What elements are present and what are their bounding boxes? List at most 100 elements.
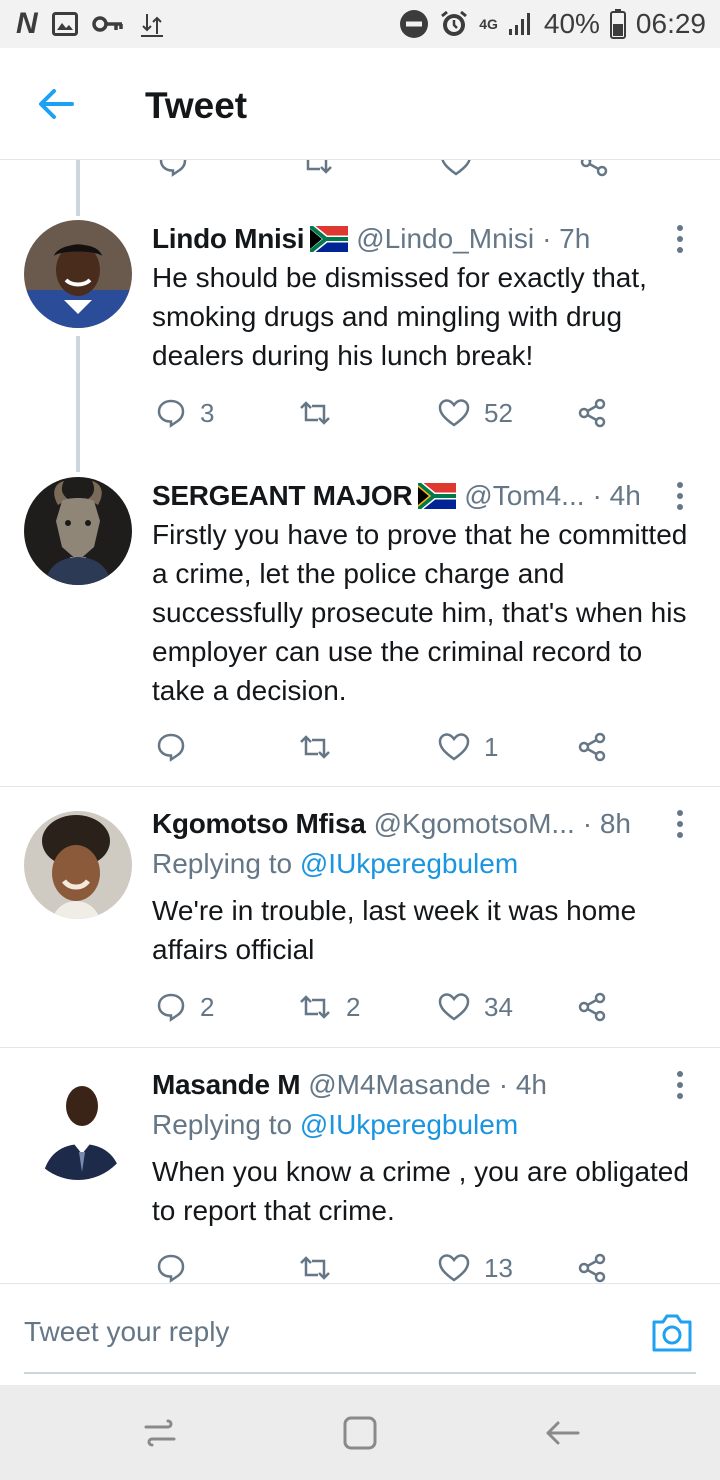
share-button[interactable] (578, 1248, 608, 1283)
author-handle[interactable]: @Lindo_Mnisi (356, 223, 534, 255)
avatar[interactable] (24, 477, 132, 585)
author-handle[interactable]: @Tom4... (464, 480, 584, 512)
reply-feed[interactable]: Lindo Mnisi @Lindo_Mnisi · 7h He should … (0, 160, 720, 1283)
tweet-actions: 1 (152, 727, 632, 767)
tweet-header: Kgomotso Mfisa @KgomotsoM... · 8h (152, 805, 631, 843)
share-icon (578, 1253, 606, 1283)
like-count: 13 (484, 1252, 513, 1283)
do-not-disturb-icon (400, 10, 429, 38)
author-name[interactable]: Kgomotso Mfisa (152, 808, 366, 840)
reply-button[interactable]: 3 (156, 393, 214, 433)
like-count: 1 (484, 731, 499, 762)
share-icon (578, 732, 606, 762)
back-icon[interactable] (542, 1413, 582, 1453)
retweet-button[interactable] (298, 393, 346, 433)
tweet-text: He should be dismissed for exactly that,… (152, 262, 647, 371)
clock: 06:29 (635, 8, 706, 39)
n-app-icon: N (16, 7, 38, 40)
share-icon (578, 398, 606, 428)
tweet-header: Lindo Mnisi @Lindo_Mnisi · 7h (152, 220, 590, 258)
reply-button[interactable]: 2 (156, 987, 214, 1027)
like-count: 52 (484, 397, 513, 428)
tweet[interactable]: Masande M @M4Masande · 4h Replying to @I… (0, 1048, 720, 1283)
retweet-icon (300, 735, 330, 759)
share-button[interactable] (578, 393, 608, 433)
like-button[interactable]: 52 (438, 393, 513, 433)
author-handle[interactable]: @M4Masande (308, 1069, 491, 1101)
alarm-icon (441, 10, 468, 36)
network-type-label: 4G (479, 16, 498, 32)
signal-icon (508, 13, 530, 35)
tweet-actions: 13 (152, 1248, 632, 1283)
south-africa-flag-icon (310, 226, 349, 252)
reply-icon (157, 1254, 185, 1283)
more-options-icon[interactable] (672, 1066, 688, 1106)
tweet-header: SERGEANT MAJOR @Tom4... · 4h (152, 477, 641, 515)
back-arrow-icon[interactable] (34, 82, 78, 126)
download-upload-icon (140, 14, 163, 37)
replying-to-mention[interactable]: @IUkperegbulem (300, 848, 518, 879)
reply-icon (157, 733, 185, 762)
share-button[interactable] (578, 727, 608, 767)
replying-to-mention[interactable]: @IUkperegbulem (300, 1109, 518, 1140)
author-name[interactable]: SERGEANT MAJOR (152, 480, 413, 512)
like-icon (438, 399, 470, 427)
more-options-icon[interactable] (672, 220, 688, 260)
tweet-header: Masande M @M4Masande · 4h (152, 1066, 547, 1104)
tweet[interactable]: Lindo Mnisi @Lindo_Mnisi · 7h He should … (0, 216, 720, 480)
input-underline (24, 1372, 696, 1374)
reply-button[interactable] (156, 1248, 200, 1283)
system-nav-bar (0, 1385, 720, 1480)
tweet[interactable]: Kgomotso Mfisa @KgomotsoM... · 8h Replyi… (0, 787, 720, 1048)
tweet-actions: 3 52 (152, 393, 632, 433)
home-icon[interactable] (340, 1413, 380, 1453)
like-icon (438, 733, 470, 761)
avatar[interactable] (24, 220, 132, 328)
retweet-button[interactable] (298, 1248, 346, 1283)
author-name[interactable]: Masande M (152, 1069, 301, 1101)
reply-icon (157, 993, 185, 1022)
retweet-button[interactable]: 2 (298, 987, 360, 1027)
reply-icon (157, 399, 185, 428)
avatar[interactable] (24, 1072, 132, 1180)
share-button[interactable] (578, 987, 608, 1027)
tweet-text: Firstly you have to prove that he commit… (152, 519, 688, 706)
like-button[interactable]: 13 (438, 1248, 513, 1283)
key-icon (91, 16, 123, 32)
retweet-icon[interactable] (300, 160, 334, 182)
reply-composer: Tweet your reply (0, 1283, 720, 1385)
author-name[interactable]: Lindo Mnisi (152, 223, 305, 255)
share-icon (578, 992, 606, 1022)
retweet-count: 2 (346, 991, 361, 1022)
south-africa-flag-icon (418, 483, 457, 509)
previous-tweet-actions (0, 160, 720, 178)
retweet-icon (300, 401, 330, 425)
tweet-time: · 8h (582, 808, 631, 839)
replying-to-label: Replying to (152, 848, 293, 879)
gallery-icon (51, 12, 78, 36)
tweet-text: We're in trouble, last week it was home … (152, 895, 637, 965)
more-options-icon[interactable] (672, 477, 688, 517)
page-title: Tweet (145, 85, 248, 126)
recent-apps-icon[interactable] (140, 1413, 180, 1453)
status-bar: N 4G 40% 06:29 (0, 0, 720, 48)
like-icon (438, 1254, 470, 1282)
camera-icon[interactable] (650, 1312, 694, 1354)
like-button[interactable]: 1 (438, 727, 498, 767)
like-button[interactable]: 34 (438, 987, 513, 1027)
author-handle[interactable]: @KgomotsoM... (374, 808, 575, 840)
more-options-icon[interactable] (672, 805, 688, 845)
reply-button[interactable] (156, 727, 200, 767)
retweet-button[interactable] (298, 727, 346, 767)
share-icon[interactable] (580, 160, 610, 182)
like-icon[interactable] (440, 160, 472, 182)
tweet-time: · 4h (498, 1069, 547, 1100)
like-icon (438, 993, 470, 1021)
retweet-icon (300, 1256, 330, 1280)
reply-icon[interactable] (158, 160, 188, 182)
battery-percentage: 40% (543, 8, 600, 39)
avatar[interactable] (24, 811, 132, 919)
replying-to: Replying to @IUkperegbulem (152, 1106, 518, 1144)
like-count: 34 (484, 991, 513, 1022)
reply-input[interactable]: Tweet your reply (24, 1310, 544, 1354)
